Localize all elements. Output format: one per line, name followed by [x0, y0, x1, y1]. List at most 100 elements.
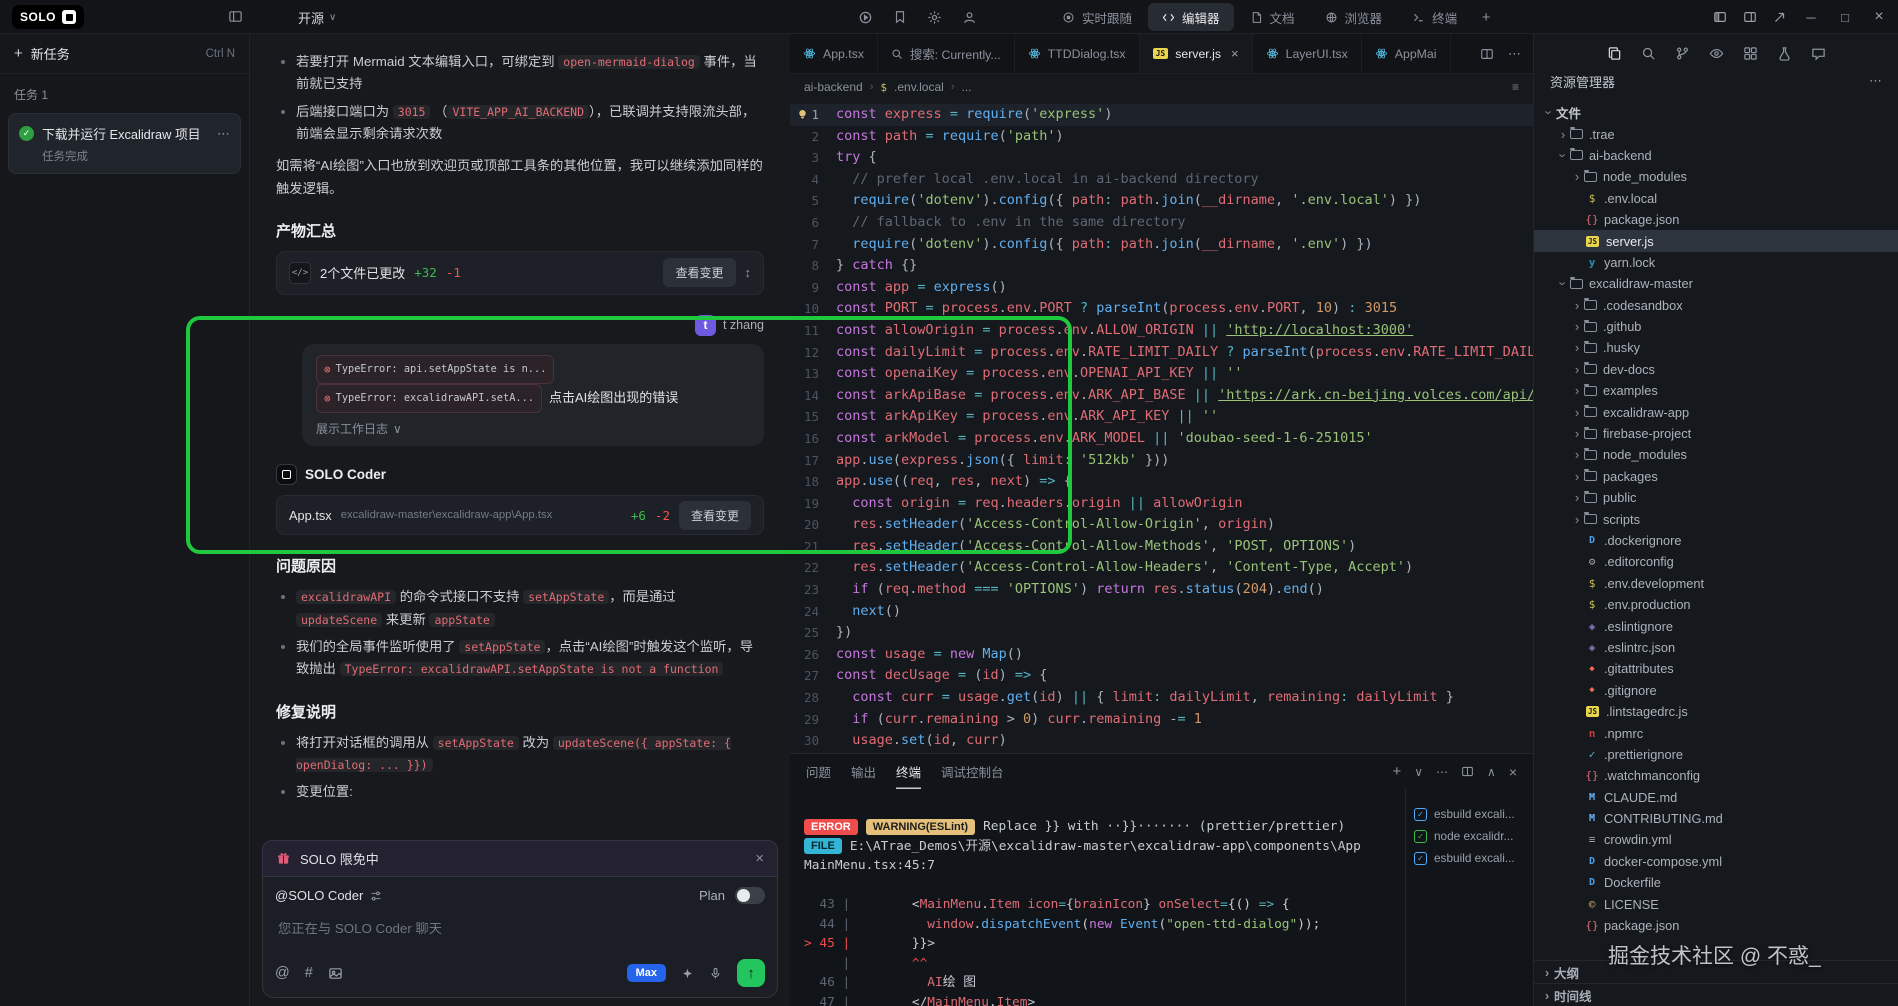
watch-icon[interactable]	[1709, 46, 1724, 61]
task-more-button[interactable]: ⋯	[217, 126, 230, 142]
terminal-session[interactable]: ✓ esbuild excali...	[1414, 847, 1525, 869]
hash-icon[interactable]: #	[305, 965, 313, 981]
layout-panel-right-icon[interactable]	[1743, 10, 1757, 24]
terminal-session[interactable]: ✓ esbuild excali...	[1414, 803, 1525, 825]
sticky-scroll-icon[interactable]: ≡	[1512, 80, 1519, 94]
close-button[interactable]: ×	[1870, 8, 1888, 26]
tree-item[interactable]: ⚙.editorconfig	[1534, 551, 1898, 572]
more-actions-icon[interactable]: ⋯	[1508, 46, 1521, 62]
tree-item[interactable]: ›node_modules	[1534, 444, 1898, 465]
run-status-icon[interactable]	[858, 10, 873, 25]
tab-server-js[interactable]: JS server.js ×	[1140, 34, 1253, 73]
search-icon[interactable]	[1641, 46, 1656, 61]
sidebar-toggle-icon[interactable]	[228, 9, 243, 24]
tree-item[interactable]: ›examples	[1534, 380, 1898, 401]
tree-item[interactable]: ◈.eslintrc.json	[1534, 637, 1898, 658]
tab-app-tsx[interactable]: App.tsx	[790, 34, 878, 73]
workspace-tab-docs[interactable]: 文档	[1236, 3, 1309, 31]
error-chip[interactable]: ⊗TypeError: api.setAppState is n...	[316, 355, 554, 384]
files-icon[interactable]	[1607, 46, 1622, 61]
tree-item[interactable]: ›scripts	[1534, 508, 1898, 529]
worklog-toggle[interactable]: 展示工作日志 ∨	[316, 420, 750, 437]
restore-layout-icon[interactable]	[1773, 11, 1786, 24]
banner-close-icon[interactable]: ×	[755, 850, 764, 867]
expand-icon[interactable]: ↕	[745, 265, 752, 280]
source-control-icon[interactable]	[1675, 46, 1690, 61]
settings-icon[interactable]	[927, 10, 942, 25]
tree-item[interactable]: n.npmrc	[1534, 722, 1898, 743]
tree-item[interactable]: ›node_modules	[1534, 166, 1898, 187]
layout-panel-left-icon[interactable]	[1713, 10, 1727, 24]
new-workspace-tab-button[interactable]: +	[1473, 9, 1499, 26]
tree-item[interactable]: ◆.gitattributes	[1534, 658, 1898, 679]
image-icon[interactable]	[328, 966, 343, 981]
mention-icon[interactable]: @	[275, 965, 290, 981]
plan-toggle[interactable]	[735, 887, 765, 904]
new-terminal-icon[interactable]: +	[1392, 763, 1401, 780]
tree-item[interactable]: ›excalidraw-master	[1534, 273, 1898, 294]
tree-item[interactable]: DDockerfile	[1534, 872, 1898, 893]
tree-item[interactable]: ›.codesandbox	[1534, 295, 1898, 316]
tree-item[interactable]: ›.github	[1534, 316, 1898, 337]
panel-tab-terminal[interactable]: 终端	[896, 754, 921, 789]
test-icon[interactable]	[1777, 46, 1792, 61]
maximize-button[interactable]: □	[1836, 10, 1854, 25]
panel-tab-problems[interactable]: 问题	[806, 754, 831, 789]
tree-item[interactable]: Ddocker-compose.yml	[1534, 851, 1898, 872]
tree-item[interactable]: ©LICENSE	[1534, 893, 1898, 914]
tree-item[interactable]: ›public	[1534, 487, 1898, 508]
workspace-tab-follow[interactable]: 实时跟随	[1048, 3, 1146, 31]
tab-appmai[interactable]: AppMai	[1362, 34, 1451, 73]
tree-item[interactable]: {}package.json	[1534, 915, 1898, 936]
send-button[interactable]: ↑	[737, 959, 765, 987]
tree-item[interactable]: $.env.development	[1534, 573, 1898, 594]
tree-item[interactable]: ›dev-docs	[1534, 359, 1898, 380]
timeline-section[interactable]: › 时间线	[1534, 983, 1898, 1006]
split-editor-icon[interactable]	[1480, 47, 1494, 61]
solo-logo[interactable]: SOLO	[12, 5, 84, 29]
breadcrumb-file[interactable]: .env.local	[894, 80, 944, 94]
tree-item[interactable]: $.env.local	[1534, 188, 1898, 209]
tree-item[interactable]: {}package.json	[1534, 209, 1898, 230]
workspace-tab-editor[interactable]: 编辑器	[1148, 3, 1234, 31]
lightbulb-icon[interactable]	[796, 108, 809, 121]
files-changed-card[interactable]: </> 2个文件已更改 +32 -1 查看变更 ↕	[276, 251, 764, 295]
extensions-icon[interactable]	[1743, 46, 1758, 61]
tree-item[interactable]: ›excalidraw-app	[1534, 401, 1898, 422]
tree-item[interactable]: yyarn.lock	[1534, 252, 1898, 273]
outline-section[interactable]: › 大纲	[1534, 960, 1898, 983]
breadcrumb[interactable]: ai-backend › $ .env.local › ... ≡	[790, 74, 1533, 100]
project-menu[interactable]: 开源 ∨	[298, 8, 336, 27]
minimize-button[interactable]: ─	[1802, 10, 1820, 25]
bookmark-icon[interactable]	[893, 10, 907, 24]
tree-item[interactable]: {}.watchmanconfig	[1534, 765, 1898, 786]
tree-item[interactable]: ◈.eslintignore	[1534, 615, 1898, 636]
comments-icon[interactable]	[1811, 46, 1826, 61]
file-change-card[interactable]: App.tsx excalidraw-master\excalidraw-app…	[276, 495, 764, 535]
panel-tab-output[interactable]: 输出	[851, 754, 876, 789]
explorer-more-icon[interactable]: ⋯	[1869, 73, 1882, 89]
tree-item[interactable]: ›.trae	[1534, 123, 1898, 144]
tree-item[interactable]: ›packages	[1534, 466, 1898, 487]
task-item[interactable]: ✓ 下载并运行 Excalidraw 项目 ⋯ 任务完成	[8, 113, 241, 174]
tree-item[interactable]: $.env.production	[1534, 594, 1898, 615]
view-changes-button[interactable]: 查看变更	[663, 258, 735, 287]
close-panel-icon[interactable]: ×	[1509, 764, 1517, 780]
tree-item[interactable]: ›.husky	[1534, 337, 1898, 358]
tab-layerui-tsx[interactable]: LayerUI.tsx	[1253, 34, 1362, 73]
breadcrumb-more[interactable]: ...	[962, 80, 972, 94]
workspace-tab-terminal[interactable]: 终端	[1398, 3, 1471, 31]
breadcrumb-folder[interactable]: ai-backend	[804, 80, 863, 94]
terminal-dropdown-icon[interactable]: ∨	[1414, 765, 1423, 779]
new-task-button[interactable]: + 新任务	[14, 44, 70, 63]
max-mode-badge[interactable]: Max	[627, 964, 666, 982]
tree-item[interactable]: JS.lintstagedrc.js	[1534, 701, 1898, 722]
chat-scroll-area[interactable]: 若要打开 Mermaid 文本编辑入口，可绑定到 open-mermaid-di…	[250, 34, 790, 798]
tree-item[interactable]: JSserver.js	[1534, 230, 1898, 251]
tree-item[interactable]: ✓.prettierignore	[1534, 744, 1898, 765]
tab-ttddialog-tsx[interactable]: TTDDialog.tsx	[1015, 34, 1140, 73]
workspace-tab-browser[interactable]: 浏览器	[1311, 3, 1397, 31]
agent-selector[interactable]: @SOLO Coder	[275, 888, 382, 903]
mic-icon[interactable]	[709, 967, 722, 980]
tree-item[interactable]: ◆.gitignore	[1534, 680, 1898, 701]
